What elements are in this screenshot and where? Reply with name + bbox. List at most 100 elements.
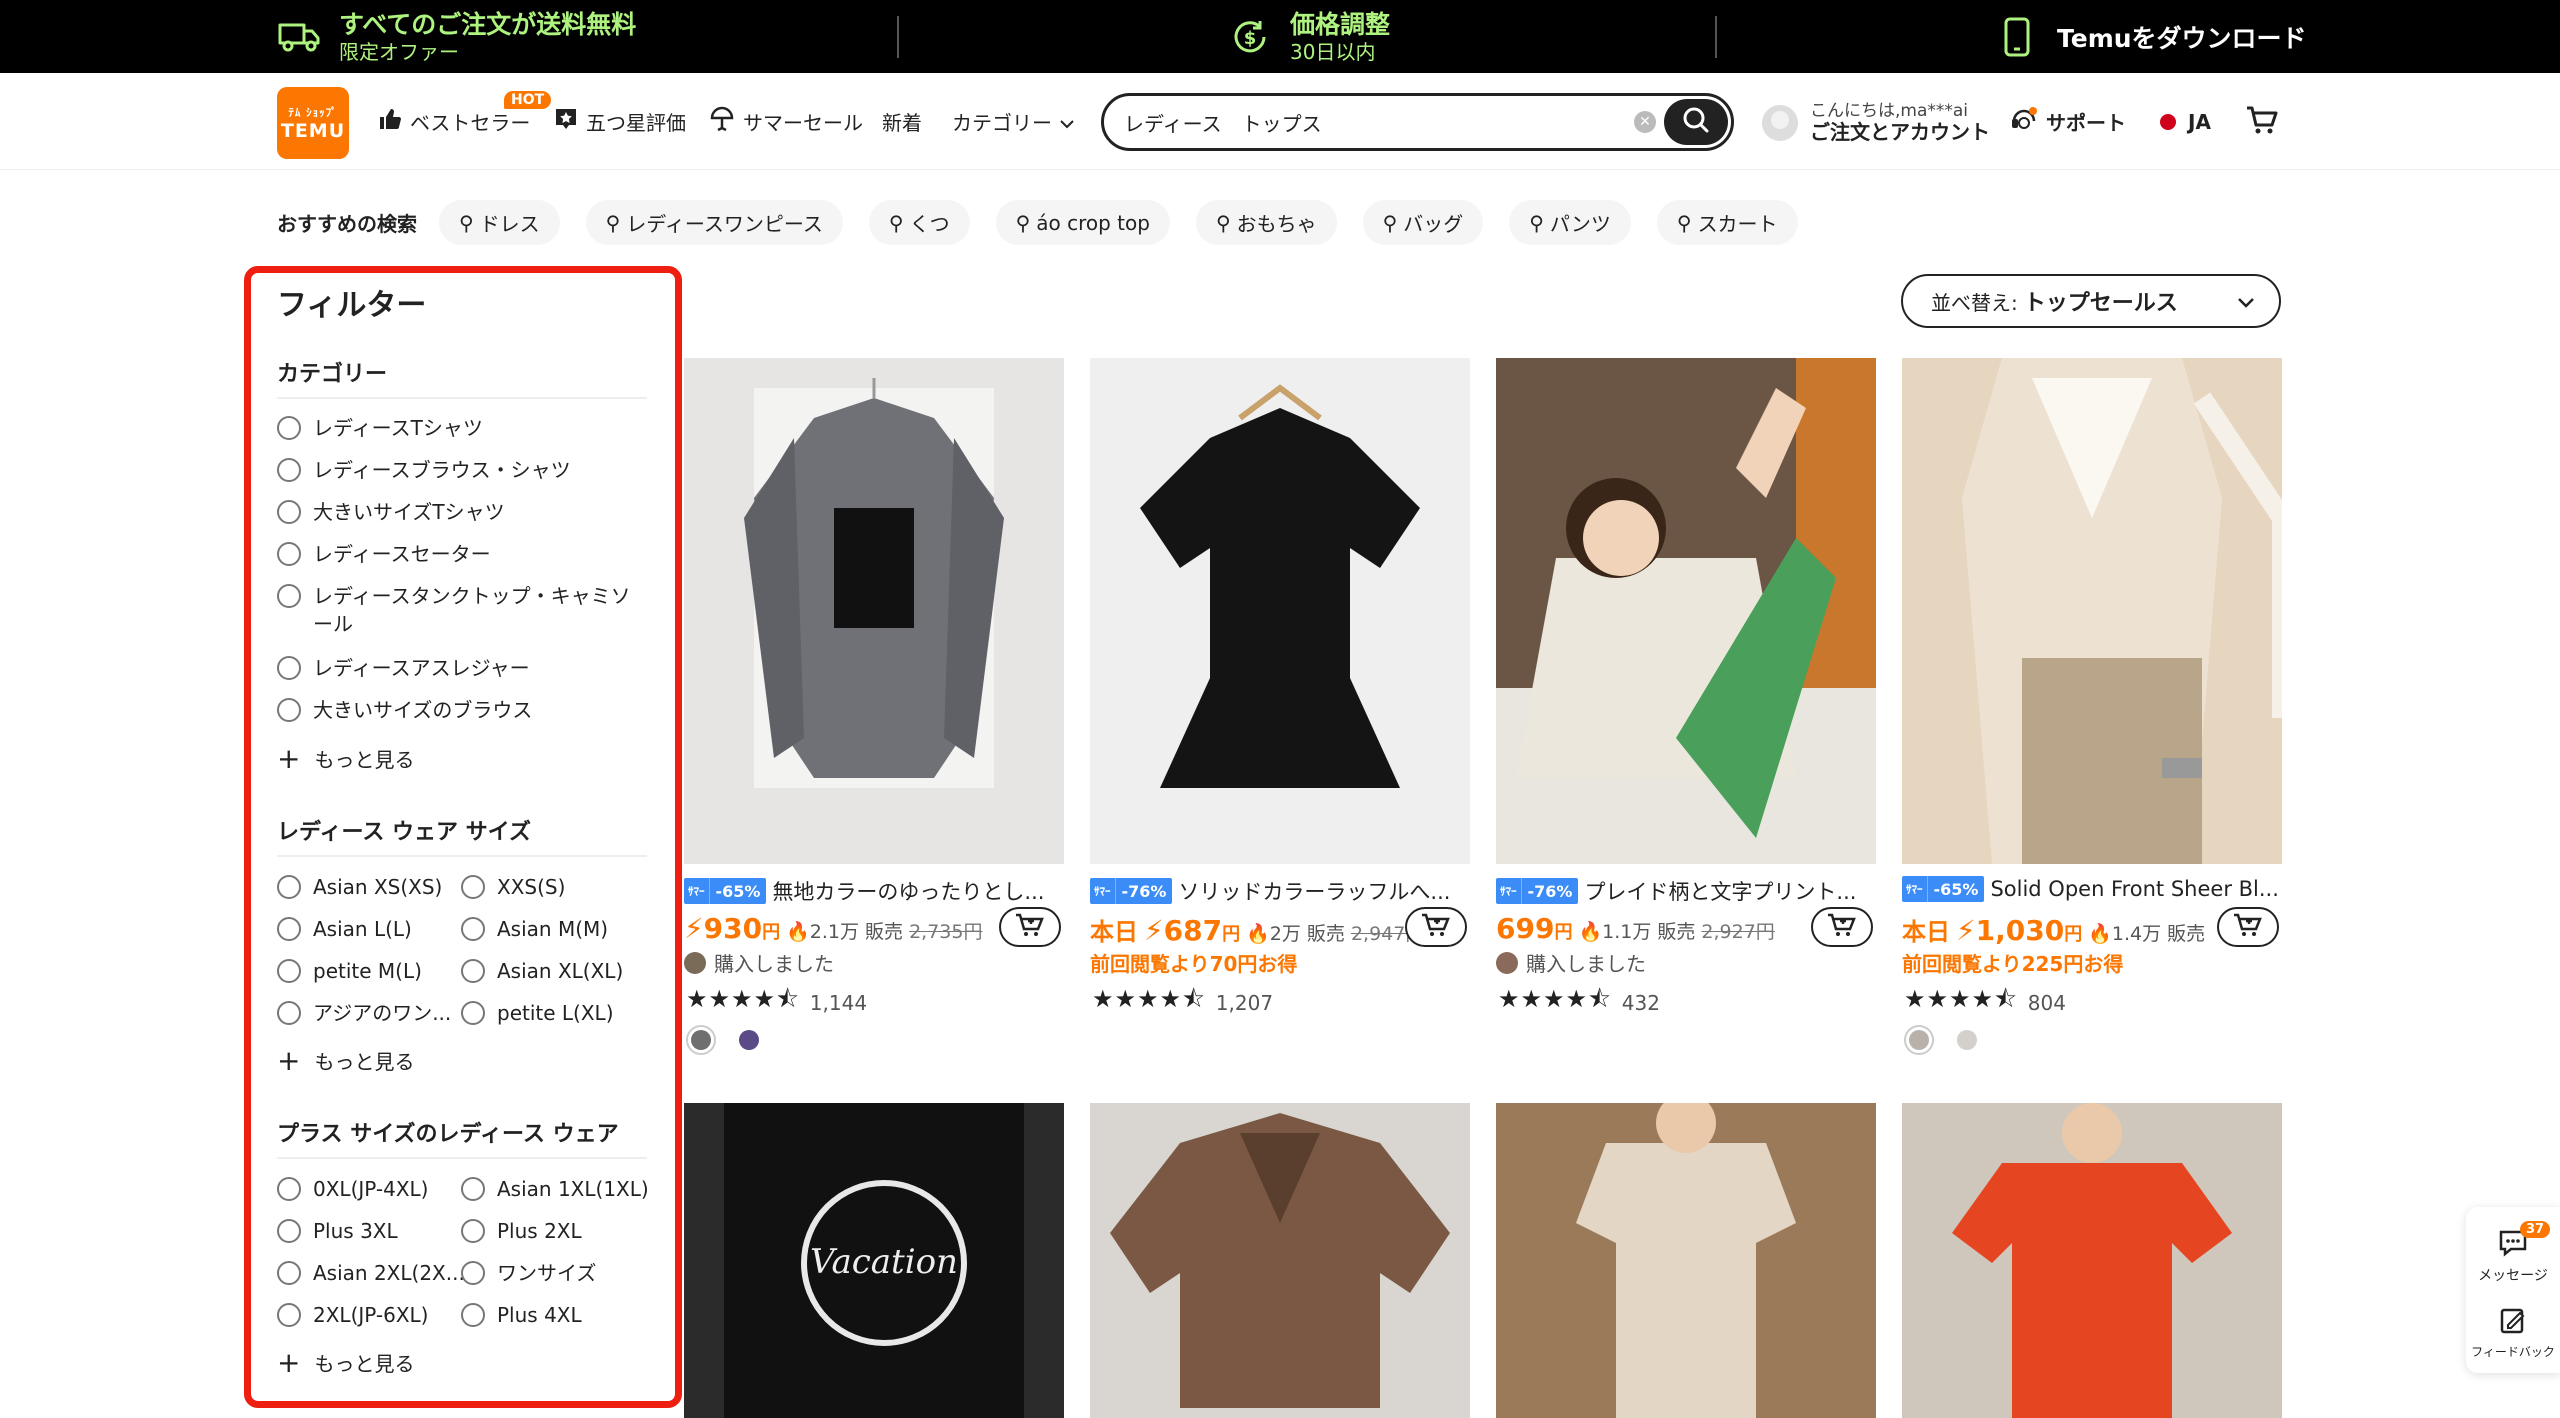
product-image[interactable]: [1496, 358, 1876, 864]
radio-button[interactable]: [461, 917, 485, 941]
category-option[interactable]: レディースTシャツ: [277, 414, 483, 442]
radio-button[interactable]: [277, 542, 301, 566]
color-swatch[interactable]: [1904, 1025, 1934, 1055]
radio-button[interactable]: [277, 875, 301, 899]
search-input[interactable]: [1124, 110, 1624, 134]
radio-button[interactable]: [277, 584, 301, 608]
product-image[interactable]: [1090, 358, 1470, 864]
category-option[interactable]: 大きいサイズTシャツ: [277, 498, 505, 526]
clear-search-icon[interactable]: ✕: [1634, 111, 1656, 133]
add-to-cart-button[interactable]: [2217, 907, 2279, 947]
nav-best-sellers[interactable]: ベストセラー HOT: [378, 73, 552, 170]
category-option[interactable]: レディースセーター: [277, 540, 491, 568]
plus-size-option[interactable]: 2XL(JP-6XL): [277, 1301, 428, 1329]
size-option[interactable]: Asian M(M): [461, 915, 608, 943]
rec-chip-ladies-onepiece[interactable]: ⚲ レディースワンピース: [585, 200, 843, 245]
size-option[interactable]: Asian XS(XS): [277, 873, 442, 901]
star-icons: ★★★★⯪: [1092, 985, 1206, 1013]
product-image[interactable]: [1902, 358, 2282, 864]
size-option[interactable]: petite L(XL): [461, 999, 614, 1027]
search-button[interactable]: [1664, 99, 1728, 145]
radio-button[interactable]: [461, 1261, 485, 1285]
product-title-row[interactable]: ｻﾏｰ -65% Solid Open Front Sheer Bl...: [1902, 876, 2282, 902]
radio-button[interactable]: [277, 698, 301, 722]
nav-categories[interactable]: カテゴリー: [952, 73, 1074, 170]
nav-new-arrivals[interactable]: 新着: [882, 73, 922, 170]
plus-size-option[interactable]: Plus 2XL: [461, 1217, 582, 1245]
color-swatch[interactable]: [686, 1025, 716, 1055]
rec-chip-bags[interactable]: ⚲ バッグ: [1362, 200, 1484, 245]
download-app-promo[interactable]: Temuをダウンロード: [1995, 0, 2307, 73]
plus-size-option[interactable]: Asian 2XL(2X...: [277, 1259, 465, 1287]
option-label: Asian M(M): [497, 917, 609, 941]
radio-button[interactable]: [277, 416, 301, 440]
support-link[interactable]: サポート: [2010, 73, 2126, 170]
rec-chip-pants[interactable]: ⚲ パンツ: [1509, 200, 1631, 245]
product-image[interactable]: [1496, 1103, 1876, 1418]
radio-button[interactable]: [277, 959, 301, 983]
radio-button[interactable]: [461, 1219, 485, 1243]
radio-button[interactable]: [461, 1001, 485, 1025]
size-see-more[interactable]: + もっと見る: [277, 1046, 414, 1075]
size-option[interactable]: Asian L(L): [277, 915, 412, 943]
category-option[interactable]: レディースブラウス・シャツ: [277, 456, 571, 484]
messages-button[interactable]: 37 メッセージ: [2466, 1221, 2560, 1285]
category-option[interactable]: 大きいサイズのブラウス: [277, 696, 532, 724]
free-shipping-promo[interactable]: すべてのご注文が送料無料 限定オファー: [277, 0, 636, 73]
product-image[interactable]: [684, 358, 1064, 864]
radio-button[interactable]: [461, 1177, 485, 1201]
cart-button[interactable]: [2246, 105, 2278, 139]
option-label: Asian L(L): [313, 917, 412, 941]
plus-size-option[interactable]: Plus 3XL: [277, 1217, 398, 1245]
plus-size-option[interactable]: ワンサイズ: [461, 1259, 596, 1287]
category-see-more[interactable]: + もっと見る: [277, 744, 414, 773]
language-selector[interactable]: JA: [2160, 73, 2211, 170]
radio-button[interactable]: [277, 458, 301, 482]
radio-button[interactable]: [277, 656, 301, 680]
rec-chip-skirt[interactable]: ⚲ スカート: [1656, 200, 1798, 245]
radio-button[interactable]: [277, 1001, 301, 1025]
size-option[interactable]: petite M(L): [277, 957, 422, 985]
rec-chip-dress[interactable]: ⚲ ドレス: [439, 200, 560, 245]
product-title-row[interactable]: ｻﾏｰ -76% ソリッドカラーラッフルへ...: [1090, 876, 1470, 906]
product-title-row[interactable]: ｻﾏｰ -76% プレイド柄と文字プリント...: [1496, 876, 1876, 906]
color-swatch[interactable]: [734, 1025, 764, 1055]
temu-logo[interactable]: ﾃﾑ ｼｮｯﾌﾟ TEMU: [277, 87, 349, 159]
feedback-button[interactable]: フィードバック: [2466, 1307, 2560, 1360]
radio-button[interactable]: [461, 959, 485, 983]
search-bar[interactable]: ✕: [1101, 93, 1734, 151]
nav-five-star[interactable]: 五つ星評価: [554, 73, 686, 170]
add-to-cart-button[interactable]: [999, 907, 1061, 947]
account-menu[interactable]: こんにちは,ma***ai ご注文とアカウント: [1762, 93, 1990, 153]
product-image[interactable]: [1902, 1103, 2282, 1418]
plus-size-option[interactable]: Asian 1XL(1XL): [461, 1175, 649, 1203]
radio-button[interactable]: [277, 1177, 301, 1201]
category-option[interactable]: レディースタンクトップ・キャミソール: [277, 582, 647, 638]
size-option[interactable]: アジアのワン...: [277, 999, 451, 1027]
rec-chip-toys[interactable]: ⚲ おもちゃ: [1195, 200, 1337, 245]
rec-chip-shoes[interactable]: ⚲ くつ: [868, 200, 970, 245]
price-adjust-promo[interactable]: $ 価格調整 30日以内: [1228, 0, 1390, 73]
product-title-row[interactable]: ｻﾏｰ -65% 無地カラーのゆったりとし...: [684, 876, 1064, 906]
radio-button[interactable]: [277, 500, 301, 524]
category-option[interactable]: レディースアスレジャー: [277, 654, 530, 682]
add-to-cart-button[interactable]: [1405, 907, 1467, 947]
plus-size-see-more[interactable]: + もっと見る: [277, 1348, 414, 1377]
rec-chip-crop-top[interactable]: ⚲ áo crop top: [995, 200, 1170, 245]
radio-button[interactable]: [461, 875, 485, 899]
radio-button[interactable]: [461, 1303, 485, 1327]
add-to-cart-button[interactable]: [1811, 907, 1873, 947]
color-swatch[interactable]: [1952, 1025, 1982, 1055]
radio-button[interactable]: [277, 917, 301, 941]
plus-size-option[interactable]: 0XL(JP-4XL): [277, 1175, 428, 1203]
size-option[interactable]: Asian XL(XL): [461, 957, 623, 985]
radio-button[interactable]: [277, 1261, 301, 1285]
radio-button[interactable]: [277, 1303, 301, 1327]
product-image[interactable]: Vacation: [684, 1103, 1064, 1418]
product-image[interactable]: [1090, 1103, 1470, 1418]
nav-summer-sale[interactable]: サマーセール: [709, 73, 863, 170]
size-option[interactable]: XXS(S): [461, 873, 565, 901]
radio-button[interactable]: [277, 1219, 301, 1243]
sort-dropdown[interactable]: 並べ替え: トップセールス: [1901, 274, 2281, 328]
plus-size-option[interactable]: Plus 4XL: [461, 1301, 582, 1329]
